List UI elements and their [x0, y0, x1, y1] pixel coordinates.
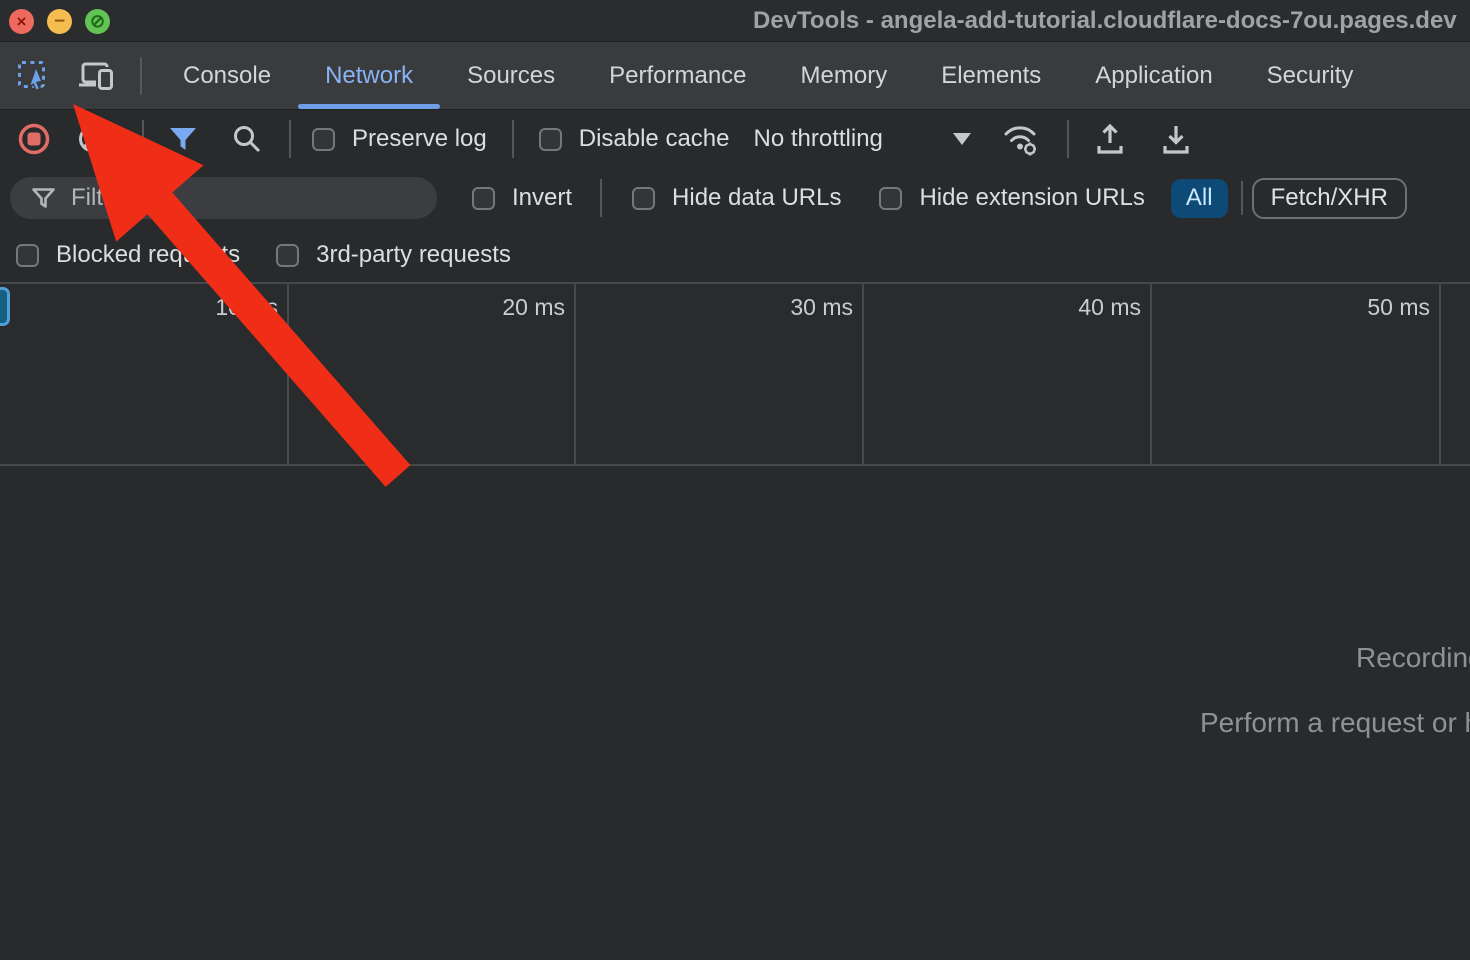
chevron-down-icon[interactable]	[953, 133, 971, 145]
checkbox-label: Blocked requests	[56, 241, 240, 269]
device-toolbar-icon	[78, 59, 116, 93]
network-overview-timeline: 10 ms 20 ms 30 ms 40 ms 50 ms	[0, 284, 1470, 466]
record-network-log-button[interactable]	[18, 123, 50, 155]
toolbar-separator	[289, 120, 291, 158]
network-toolbar: Preserve log Disable cache No throttling	[0, 110, 1470, 168]
disable-cache-checkbox[interactable]: Disable cache	[539, 125, 730, 153]
checkbox-box[interactable]	[879, 187, 902, 210]
invert-checkbox[interactable]: Invert	[472, 184, 572, 212]
tab-elements[interactable]: Elements	[914, 42, 1068, 109]
checkbox-box[interactable]	[312, 128, 335, 151]
timeline-tick-label: 40 ms	[1078, 294, 1141, 321]
preserve-log-checkbox[interactable]: Preserve log	[312, 125, 487, 153]
devtools-tabbar: Console Network Sources Performance Memo…	[0, 42, 1470, 110]
toolbar-separator	[142, 120, 144, 158]
checkbox-label: Invert	[512, 184, 572, 212]
network-conditions-button[interactable]	[1001, 121, 1041, 157]
filter-input-container[interactable]	[10, 177, 437, 219]
checkbox-box[interactable]	[632, 187, 655, 210]
traffic-lights: × − ⊘	[9, 0, 110, 42]
download-icon	[1160, 122, 1192, 156]
empty-state-hint: Perform a request or hit ⌘ R to record t…	[1200, 706, 1470, 739]
checkbox-box[interactable]	[539, 128, 562, 151]
export-har-button[interactable]	[1160, 122, 1192, 156]
checkbox-label: 3rd-party requests	[316, 241, 511, 269]
checkbox-box[interactable]	[16, 244, 39, 267]
toolbar-separator	[1067, 120, 1069, 158]
search-icon	[232, 124, 262, 154]
request-type-filter-all[interactable]: All	[1171, 179, 1228, 218]
throttling-dropdown-value[interactable]: No throttling	[753, 125, 882, 153]
timeline-gridline	[574, 284, 576, 464]
tab-performance[interactable]: Performance	[582, 42, 773, 109]
timeline-gridline	[862, 284, 864, 464]
close-window-button[interactable]: ×	[9, 9, 34, 34]
tab-sources[interactable]: Sources	[440, 42, 582, 109]
tab-security[interactable]: Security	[1240, 42, 1381, 109]
checkbox-box[interactable]	[276, 244, 299, 267]
third-party-requests-checkbox[interactable]: 3rd-party requests	[276, 241, 511, 269]
tab-label: Elements	[941, 62, 1041, 90]
wifi-gear-icon	[1001, 121, 1041, 157]
timeline-gridline	[287, 284, 289, 464]
toolbar-separator	[600, 179, 602, 217]
network-filter-bar-2: Blocked requests 3rd-party requests	[0, 228, 1470, 284]
tab-label: Security	[1267, 62, 1354, 90]
toolbar-separator	[512, 120, 514, 158]
timeline-left-handle[interactable]	[0, 287, 10, 326]
checkbox-label: Preserve log	[352, 125, 487, 153]
empty-state-title: Recording network activity…	[1356, 642, 1470, 674]
inspect-cursor-icon	[16, 59, 50, 93]
checkbox-box[interactable]	[472, 187, 495, 210]
timeline-tick-label: 20 ms	[502, 294, 565, 321]
blocked-requests-checkbox[interactable]: Blocked requests	[16, 241, 240, 269]
filter-input[interactable]	[71, 184, 411, 212]
toggle-device-toolbar-button[interactable]	[78, 59, 116, 93]
timeline-tick-label: 30 ms	[790, 294, 853, 321]
checkbox-label: Hide extension URLs	[919, 184, 1144, 212]
tab-memory[interactable]: Memory	[774, 42, 915, 109]
checkbox-label: Hide data URLs	[672, 184, 841, 212]
tab-label: Application	[1095, 62, 1212, 90]
clear-icon	[78, 125, 106, 153]
timeline-tick-label: 10 ms	[215, 294, 278, 321]
timeline-tick-label: 50 ms	[1367, 294, 1430, 321]
request-type-filter-fetch-xhr[interactable]: Fetch/XHR	[1252, 178, 1407, 219]
clear-network-log-button[interactable]	[78, 125, 106, 153]
minimize-window-button[interactable]: −	[47, 9, 72, 34]
network-filter-bar: Invert Hide data URLs Hide extension URL…	[0, 168, 1470, 228]
checkbox-label: Disable cache	[579, 125, 730, 153]
hide-data-urls-checkbox[interactable]: Hide data URLs	[632, 184, 841, 212]
import-har-button[interactable]	[1094, 122, 1126, 156]
panel-tabs: Console Network Sources Performance Memo…	[156, 42, 1380, 109]
hide-extension-urls-checkbox[interactable]: Hide extension URLs	[879, 184, 1144, 212]
tab-label: Sources	[467, 62, 555, 90]
window-titlebar: × − ⊘ DevTools - angela-add-tutorial.clo…	[0, 0, 1470, 42]
funnel-icon	[169, 127, 197, 151]
upload-icon	[1094, 122, 1126, 156]
stop-recording-icon	[18, 123, 50, 155]
toolbar-separator	[140, 57, 142, 95]
tab-label: Performance	[609, 62, 746, 90]
tab-application[interactable]: Application	[1068, 42, 1239, 109]
tab-console[interactable]: Console	[156, 42, 298, 109]
tab-label: Memory	[801, 62, 888, 90]
filter-toggle-button[interactable]	[169, 127, 197, 151]
tab-network[interactable]: Network	[298, 42, 440, 109]
toolbar-separator	[1241, 181, 1243, 215]
tab-label: Console	[183, 62, 271, 90]
timeline-gridline	[1150, 284, 1152, 464]
inspect-element-button[interactable]	[16, 59, 50, 93]
funnel-outline-icon	[32, 188, 55, 209]
window-title: DevTools - angela-add-tutorial.cloudflar…	[753, 7, 1457, 35]
timeline-gridline	[1439, 284, 1441, 464]
zoom-window-button[interactable]: ⊘	[85, 9, 110, 34]
search-network-button[interactable]	[232, 124, 262, 154]
tab-label: Network	[325, 62, 413, 90]
